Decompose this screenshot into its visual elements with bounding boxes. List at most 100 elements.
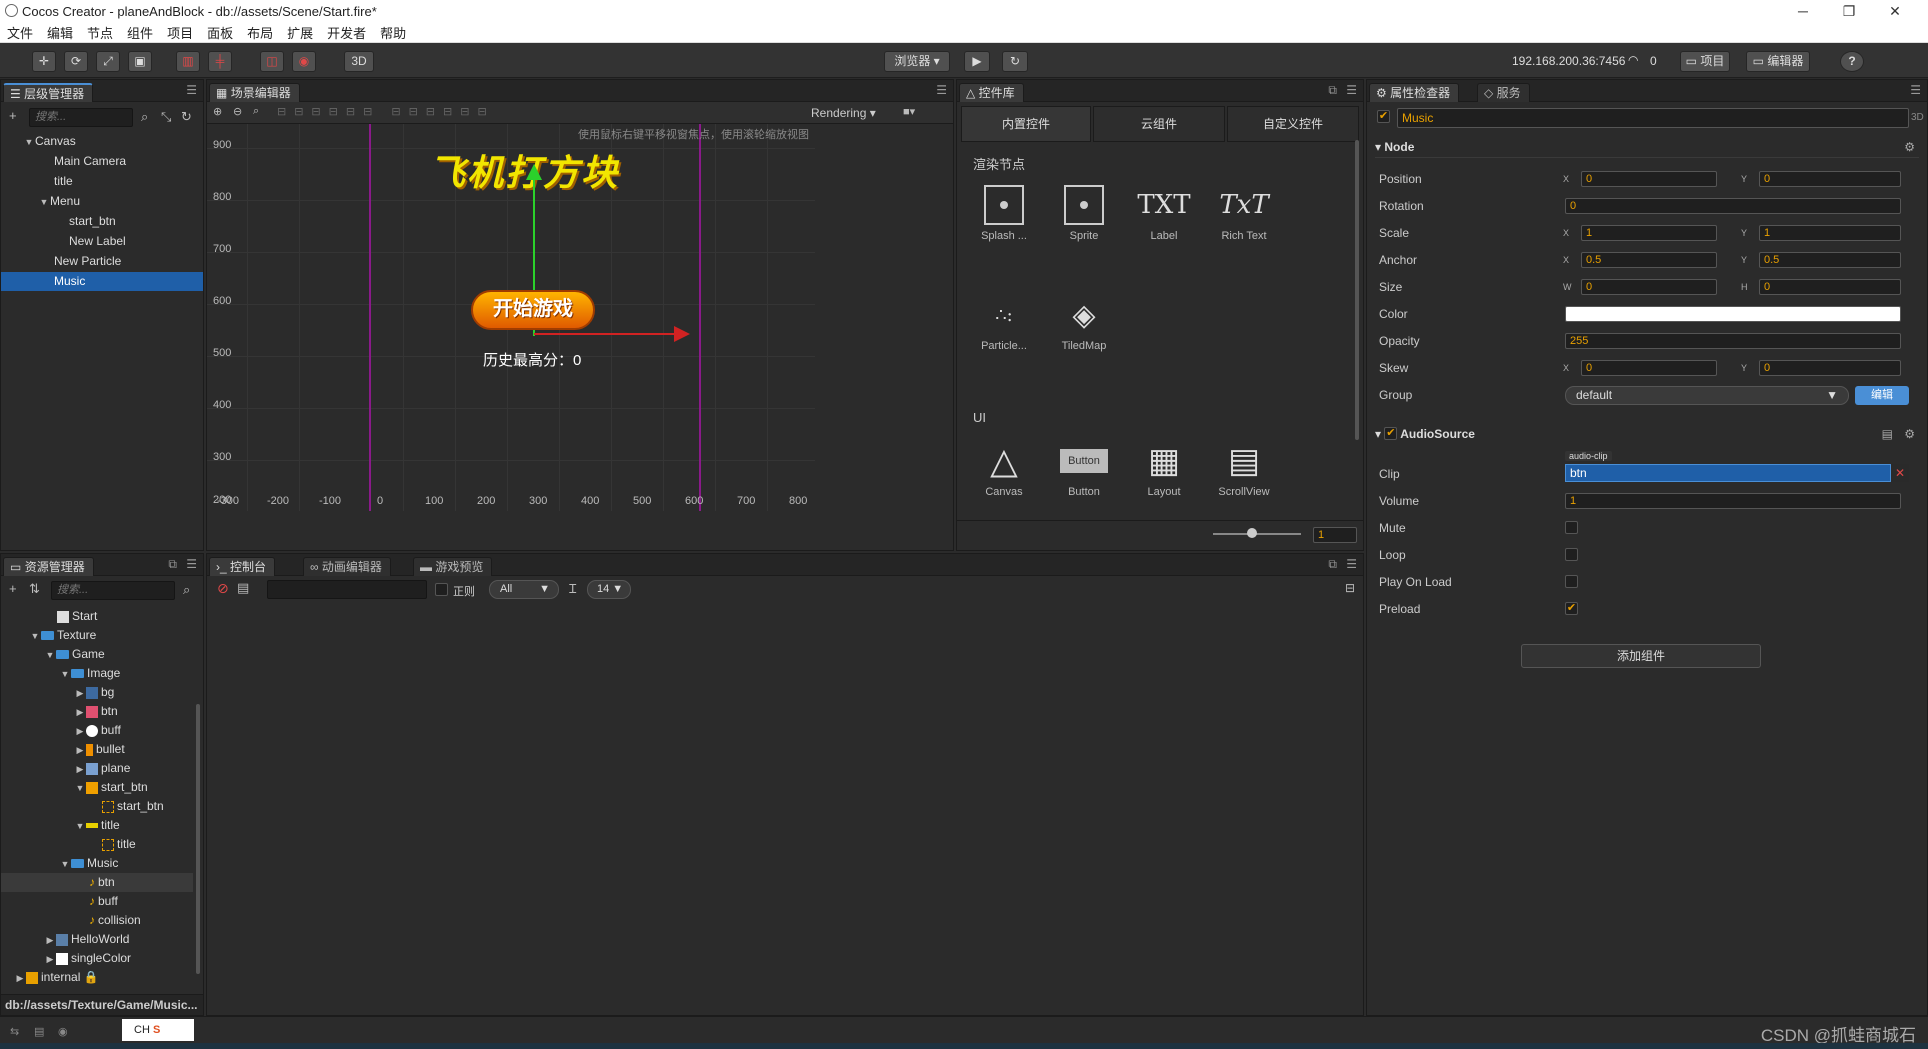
panel-menu-icon[interactable]: ☰ <box>1910 83 1921 97</box>
rotate-tool-icon[interactable]: ⟳ <box>64 51 88 72</box>
tab-animation-editor[interactable]: ∞ 动画编辑器 <box>303 557 391 576</box>
panel-menu-icon[interactable]: ☰ <box>186 83 197 97</box>
node-section-header[interactable]: ▾ Node ⚙ <box>1375 136 1919 158</box>
tree-node-canvas[interactable]: ▼ Canvas <box>23 132 76 151</box>
help-button[interactable]: ? <box>1840 51 1864 72</box>
toggle-3d-button[interactable]: 3D <box>344 51 374 72</box>
expand-arrow-icon[interactable]: ▶ <box>14 969 26 988</box>
sort-icon[interactable]: ⇅ <box>29 581 40 597</box>
panel-menu-icon[interactable]: ☰ <box>1346 83 1357 97</box>
menu-component[interactable]: 组件 <box>120 23 160 42</box>
zoom-in-icon[interactable]: ⊕ <box>213 105 222 118</box>
asset-music-collision[interactable]: ♪ collision <box>89 911 141 930</box>
add-component-button[interactable]: 添加组件 <box>1521 644 1761 668</box>
tab-services[interactable]: ◇ 服务 <box>1477 83 1530 102</box>
maximize-icon[interactable]: ❐ <box>1826 0 1872 22</box>
tab-builtin-widgets[interactable]: 内置控件 <box>961 106 1091 142</box>
expand-arrow-icon[interactable]: ▼ <box>44 646 56 665</box>
play-icon[interactable]: ▶ <box>964 51 990 72</box>
asset-helloworld[interactable]: ▶ HelloWorld <box>44 930 130 949</box>
asset-start-btn-sprite[interactable]: start_btn <box>102 797 164 816</box>
rotation-input[interactable]: 0 <box>1565 198 1901 214</box>
add-node-icon[interactable]: + <box>9 108 17 123</box>
widget-tiledmap[interactable]: ◈ TiledMap <box>1049 290 1119 353</box>
mute-checkbox[interactable] <box>1565 521 1578 534</box>
assets-search-input[interactable]: 搜索... <box>51 581 175 600</box>
regex-checkbox[interactable] <box>435 583 448 596</box>
assets-scrollbar[interactable] <box>196 704 200 974</box>
browser-select[interactable]: 浏览器 ▾ <box>884 51 950 72</box>
move-tool-icon[interactable]: ✛ <box>32 51 56 72</box>
db-icon[interactable]: ▤ <box>34 1025 44 1038</box>
project-button[interactable]: ▭ 项目 <box>1680 51 1730 72</box>
scale-tool-icon[interactable]: ⤢ <box>96 51 120 72</box>
expand-arrow-icon[interactable]: ▼ <box>38 193 50 212</box>
size-h-input[interactable]: 0 <box>1759 279 1901 295</box>
clip-clear-icon[interactable]: ✕ <box>1891 464 1909 482</box>
zoom-slider[interactable] <box>1213 533 1301 535</box>
widget-layout[interactable]: ▦ Layout <box>1129 436 1199 498</box>
opacity-input[interactable]: 255 <box>1565 333 1901 349</box>
menu-layout[interactable]: 布局 <box>240 23 280 42</box>
menu-developer[interactable]: 开发者 <box>320 23 373 42</box>
widget-button[interactable]: Button Button <box>1049 436 1119 498</box>
menu-extension[interactable]: 扩展 <box>280 23 320 42</box>
tab-assets[interactable]: ▭ 资源管理器 <box>3 557 94 576</box>
node-name-input[interactable]: Music <box>1397 108 1909 128</box>
menu-edit[interactable]: 编辑 <box>40 23 80 42</box>
popout-icon[interactable]: ⧉ <box>1328 557 1337 572</box>
widget-splash[interactable]: Splash ... <box>969 180 1039 242</box>
collapse-arrow-icon[interactable]: ▾ <box>1375 140 1381 154</box>
loop-checkbox[interactable] <box>1565 548 1578 561</box>
tree-node-title[interactable]: title <box>54 172 73 191</box>
color-swatch[interactable] <box>1565 306 1901 322</box>
minimize-icon[interactable]: ─ <box>1780 0 1826 22</box>
console-output[interactable] <box>211 604 1359 1011</box>
anchor-x-input[interactable]: 0.5 <box>1581 252 1717 268</box>
menu-project[interactable]: 项目 <box>160 23 200 42</box>
size-w-input[interactable]: 0 <box>1581 279 1717 295</box>
font-size-select[interactable]: 14 ▼ <box>587 580 631 599</box>
asset-start-btn[interactable]: ▼ start_btn <box>74 778 148 797</box>
audio-enabled-checkbox[interactable]: ✔ <box>1384 427 1398 441</box>
refresh-icon[interactable]: ↻ <box>181 109 192 125</box>
clear-console-icon[interactable]: ⊘ <box>217 580 229 597</box>
collapse-icon[interactable]: ⊟ <box>1345 581 1355 595</box>
panel-menu-icon[interactable]: ☰ <box>186 557 197 571</box>
local-icon[interactable]: ╪ <box>208 51 232 72</box>
group-edit-button[interactable]: 编辑 <box>1855 386 1909 405</box>
anchor-y-input[interactable]: 0.5 <box>1759 252 1901 268</box>
panel-menu-icon[interactable]: ☰ <box>1346 557 1357 571</box>
asset-music-buff[interactable]: ♪ buff <box>89 892 118 911</box>
popout-icon[interactable]: ⧉ <box>168 557 177 572</box>
console-filter-input[interactable] <box>267 580 427 599</box>
expand-arrow-icon[interactable]: ▼ <box>74 779 86 798</box>
tab-widget-library[interactable]: △ 控件库 <box>959 83 1024 102</box>
widget-canvas[interactable]: △ Canvas <box>969 436 1039 499</box>
expand-arrow-icon[interactable]: ▼ <box>29 627 41 646</box>
asset-texture[interactable]: ▼ Texture <box>29 626 97 646</box>
rect-tool-icon[interactable]: ▣ <box>128 51 152 72</box>
menu-help[interactable]: 帮助 <box>373 23 413 42</box>
gizmo-icon[interactable]: ◉ <box>292 51 316 72</box>
align-icons[interactable]: ⊟⊟⊟⊟⊟⊟ ⊟⊟⊟⊟⊟⊟ <box>277 105 495 118</box>
asset-singlecolor[interactable]: ▶ singleColor <box>44 949 132 969</box>
expand-arrow-icon[interactable]: ▶ <box>74 703 86 722</box>
widget-scrollbar[interactable] <box>1355 140 1359 440</box>
expand-arrow-icon[interactable]: ▶ <box>44 950 56 969</box>
preload-checkbox[interactable]: ✔ <box>1565 602 1578 615</box>
menu-node[interactable]: 节点 <box>80 23 120 42</box>
tab-inspector[interactable]: ⚙ 属性检查器 <box>1369 83 1460 102</box>
snap-icon[interactable]: ◫ <box>260 51 284 72</box>
expand-arrow-icon[interactable]: ▼ <box>23 133 35 152</box>
doc-icon[interactable]: ▤ <box>1882 423 1893 445</box>
expand-arrow-icon[interactable]: ▼ <box>59 665 71 684</box>
scale-x-input[interactable]: 1 <box>1581 225 1717 241</box>
panel-menu-icon[interactable]: ☰ <box>936 83 947 97</box>
open-log-icon[interactable]: ▤ <box>237 580 249 596</box>
widget-label[interactable]: TXT Label <box>1129 180 1199 242</box>
skew-y-input[interactable]: 0 <box>1759 360 1901 376</box>
tree-node-new-label[interactable]: New Label <box>69 232 126 251</box>
menu-panel[interactable]: 面板 <box>200 23 240 42</box>
asset-plane[interactable]: ▶ plane <box>74 759 131 778</box>
